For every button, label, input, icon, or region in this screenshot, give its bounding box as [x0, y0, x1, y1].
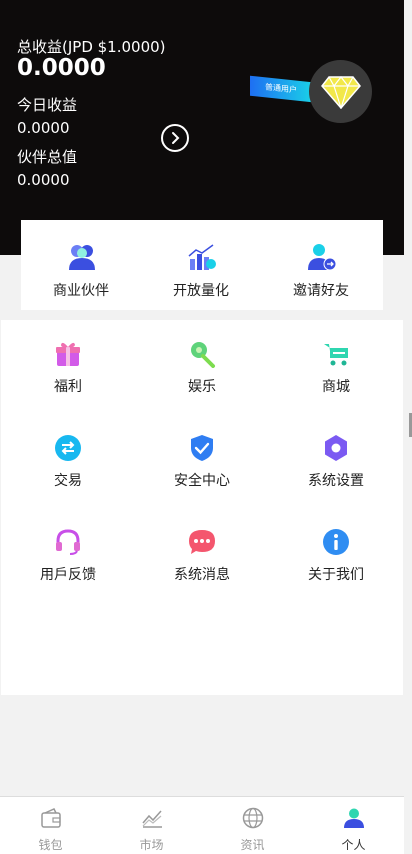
- tab-market[interactable]: 市场: [101, 797, 202, 854]
- settings-hexagon-icon: [325, 435, 347, 461]
- tab-news-label: 资讯: [240, 838, 265, 852]
- tab-news[interactable]: 资讯: [202, 797, 303, 854]
- account-header: 总收益(JPD $1.0000) 0.0000 今日收益 0.0000 伙伴总值…: [0, 0, 404, 255]
- bottom-tab-bar: 钱包 市场 资讯 个人: [0, 796, 404, 854]
- cart-icon: [324, 344, 348, 366]
- business-partner-button[interactable]: 商业伙伴: [21, 220, 141, 310]
- member-level-badge: 普通用户: [250, 75, 312, 103]
- business-partner-label: 商业伙伴: [53, 283, 109, 299]
- open-quant-label: 开放量化: [173, 283, 229, 299]
- total-earnings-value: 0.0000: [17, 55, 106, 81]
- chevron-right-icon: [172, 132, 180, 144]
- tab-profile-label: 个人: [341, 838, 366, 852]
- today-earnings-label: 今日收益: [17, 96, 78, 114]
- message-icon: [189, 530, 215, 554]
- grid-item-about-label: 关于我们: [308, 567, 364, 583]
- partner-total-label: 伙伴总值: [17, 148, 78, 166]
- grid-item-welfare-label: 福利: [54, 379, 82, 395]
- grid-item-messages[interactable]: 系统消息: [135, 508, 269, 602]
- shield-icon: [191, 435, 213, 461]
- tab-profile[interactable]: 个人: [303, 797, 404, 854]
- grid-item-feedback-label: 用戶反馈: [40, 567, 96, 583]
- grid-item-settings-label: 系统设置: [308, 473, 364, 489]
- quick-actions-card: 商业伙伴 开放量化 邀请好友: [21, 220, 383, 310]
- open-quant-button[interactable]: 开放量化: [141, 220, 261, 310]
- vip-level-avatar[interactable]: [309, 60, 372, 123]
- total-earnings-label: 总收益(JPD $1.0000): [17, 38, 166, 56]
- grid-item-entertainment-label: 娱乐: [188, 379, 216, 395]
- grid-item-trade[interactable]: 交易: [1, 414, 135, 508]
- globe-icon: [242, 807, 264, 829]
- partner-total-value: 0.0000: [17, 171, 70, 189]
- quant-chart-icon: [188, 244, 216, 270]
- wallet-icon: [41, 808, 61, 828]
- tab-wallet-label: 钱包: [38, 838, 63, 852]
- details-arrow-button[interactable]: [161, 124, 189, 152]
- partners-icon: [69, 245, 95, 270]
- invite-friends-button[interactable]: 邀请好友: [261, 220, 381, 310]
- grid-item-mall-label: 商城: [322, 379, 350, 395]
- grid-item-messages-label: 系统消息: [174, 567, 230, 583]
- tab-market-label: 市场: [139, 838, 164, 852]
- headset-icon: [56, 529, 80, 555]
- info-icon: [323, 529, 349, 555]
- grid-item-welfare[interactable]: 福利: [1, 320, 135, 414]
- invite-friend-icon: [308, 244, 337, 271]
- tab-wallet[interactable]: 钱包: [0, 797, 101, 854]
- gift-icon: [56, 342, 80, 366]
- grid-item-security-label: 安全中心: [174, 473, 230, 489]
- exchange-icon: [55, 435, 81, 461]
- grid-item-mall[interactable]: 商城: [269, 320, 403, 414]
- user-icon: [344, 808, 364, 828]
- today-earnings-value: 0.0000: [17, 119, 70, 137]
- grid-item-security[interactable]: 安全中心: [135, 414, 269, 508]
- entertainment-icon: [191, 342, 215, 368]
- grid-item-trade-label: 交易: [54, 473, 82, 489]
- diamond-icon: [320, 75, 361, 109]
- market-icon: [142, 810, 162, 828]
- grid-item-entertainment[interactable]: 娱乐: [135, 320, 269, 414]
- grid-item-settings[interactable]: 系统设置: [269, 414, 403, 508]
- grid-item-about[interactable]: 关于我们: [269, 508, 403, 602]
- feature-grid: 福利 娱乐 商城 交易 安全中心 系统设置 用戶反馈 系统消息 关于我们: [1, 320, 403, 695]
- grid-item-feedback[interactable]: 用戶反馈: [1, 508, 135, 602]
- invite-friends-label: 邀请好友: [293, 283, 349, 299]
